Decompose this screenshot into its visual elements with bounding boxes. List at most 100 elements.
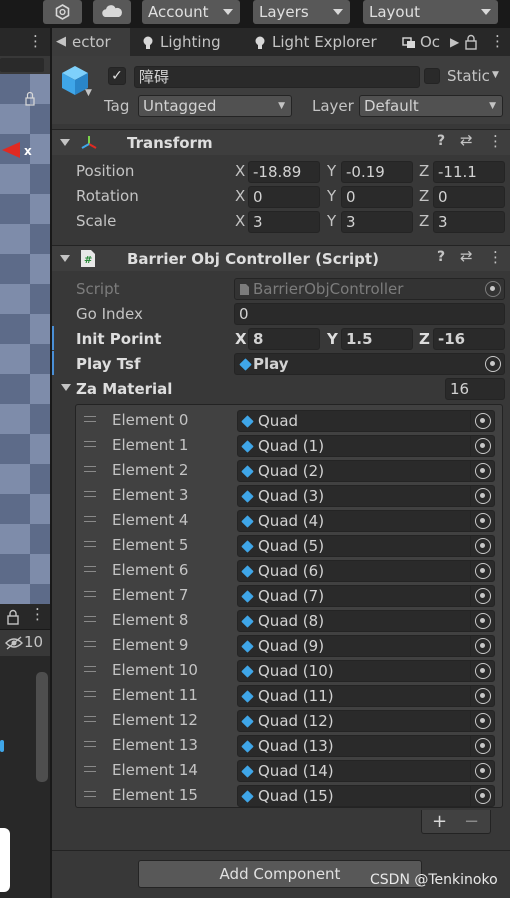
object-picker-button[interactable] — [470, 461, 494, 481]
more-icon[interactable]: ⋮ — [28, 32, 43, 50]
play-tsf-field[interactable]: Play — [234, 353, 505, 375]
drag-handle-icon[interactable] — [84, 541, 96, 547]
static-checkbox[interactable] — [424, 68, 440, 84]
preset-icon[interactable]: ⇄ — [460, 247, 473, 265]
drag-handle-icon[interactable] — [84, 641, 96, 647]
rotation-y-field[interactable]: 0 — [341, 186, 413, 208]
object-picker-button[interactable] — [470, 611, 494, 631]
chevron-left-icon[interactable]: ◀ — [56, 28, 66, 56]
element-object-field[interactable]: Quad (9) — [237, 635, 495, 657]
add-element-button[interactable]: + — [432, 811, 447, 832]
more-icon[interactable]: ⋮ — [490, 32, 505, 50]
tag-dropdown[interactable]: Untagged ▼ — [138, 95, 292, 117]
drag-handle-icon[interactable] — [84, 591, 96, 597]
chevron-right-icon[interactable]: ▶ — [450, 35, 459, 49]
position-x-field[interactable]: -18.89 — [248, 161, 320, 183]
object-name-field[interactable]: 障碍 — [134, 66, 420, 88]
object-picker-icon[interactable] — [485, 356, 501, 372]
object-picker-button[interactable] — [470, 761, 494, 781]
object-picker-button[interactable] — [470, 711, 494, 731]
element-object-field[interactable]: Quad (13) — [237, 735, 495, 757]
script-component-header[interactable]: # Barrier Obj Controller (Script) ? ⇄ ⋮ — [52, 245, 510, 271]
rotation-x-field[interactable]: 0 — [248, 186, 320, 208]
tab-inspector[interactable]: ◀ ector — [52, 28, 130, 56]
drag-handle-icon[interactable] — [84, 441, 96, 447]
more-icon[interactable]: ⋮ — [488, 132, 503, 150]
drag-handle-icon[interactable] — [84, 766, 96, 772]
element-object-field[interactable]: Quad (11) — [237, 685, 495, 707]
layout-dropdown[interactable]: Layout — [363, 0, 498, 24]
element-object-field[interactable]: Quad (12) — [237, 710, 495, 732]
more-icon[interactable]: ⋮ — [488, 248, 503, 266]
object-picker-button[interactable] — [470, 736, 494, 756]
eye-slash-icon[interactable] — [4, 636, 24, 650]
static-label[interactable]: Static — [447, 67, 490, 85]
layer-dropdown[interactable]: Default ▼ — [359, 95, 503, 117]
foldout-arrow-icon[interactable] — [60, 139, 70, 146]
active-checkbox[interactable]: ✓ — [108, 67, 126, 85]
element-object-field[interactable]: Quad (15) — [237, 785, 495, 807]
scale-y-field[interactable]: 3 — [341, 211, 413, 233]
drag-handle-icon[interactable] — [84, 741, 96, 747]
element-object-field[interactable]: Quad — [237, 410, 495, 432]
drag-handle-icon[interactable] — [84, 666, 96, 672]
position-y-field[interactable]: -0.19 — [341, 161, 413, 183]
position-z-field[interactable]: -11.1 — [433, 161, 505, 183]
chevron-down-icon[interactable]: ▼ — [492, 70, 499, 80]
help-icon[interactable]: ? — [437, 133, 445, 149]
object-picker-button[interactable] — [470, 686, 494, 706]
element-object-field[interactable]: Quad (4) — [237, 510, 495, 532]
element-object-field[interactable]: Quad (1) — [237, 435, 495, 457]
drag-handle-icon[interactable] — [84, 716, 96, 722]
element-object-field[interactable]: Quad (8) — [237, 610, 495, 632]
more-icon[interactable]: ⋮ — [30, 605, 45, 623]
za-material-size-field[interactable]: 16 — [445, 378, 505, 400]
object-picker-button[interactable] — [470, 536, 494, 556]
lock-icon[interactable] — [464, 34, 478, 50]
tab-occlusion[interactable]: Oc — [402, 28, 448, 56]
object-picker-button[interactable] — [470, 586, 494, 606]
init-z-field[interactable]: -16 — [433, 328, 505, 350]
scale-x-field[interactable]: 3 — [248, 211, 320, 233]
init-x-field[interactable]: 8 — [248, 328, 320, 350]
rotation-z-field[interactable]: 0 — [433, 186, 505, 208]
foldout-arrow-icon[interactable] — [60, 255, 70, 262]
init-y-field[interactable]: 1.5 — [341, 328, 413, 350]
remove-element-button[interactable]: − — [464, 811, 479, 832]
element-object-field[interactable]: Quad (5) — [237, 535, 495, 557]
drag-handle-icon[interactable] — [84, 691, 96, 697]
lock-icon[interactable] — [6, 609, 20, 625]
cloud-button[interactable] — [93, 0, 131, 24]
element-object-field[interactable]: Quad (6) — [237, 560, 495, 582]
tab-lighting[interactable]: Lighting — [142, 28, 252, 56]
drag-handle-icon[interactable] — [84, 566, 96, 572]
drag-handle-icon[interactable] — [84, 616, 96, 622]
drag-handle-icon[interactable] — [84, 791, 96, 797]
scene-search-input[interactable] — [0, 58, 44, 72]
drag-handle-icon[interactable] — [84, 416, 96, 422]
collab-button[interactable] — [43, 0, 82, 24]
za-material-label[interactable]: Za Material — [76, 380, 172, 398]
object-picker-button[interactable] — [470, 411, 494, 431]
go-index-field[interactable]: 0 — [234, 303, 505, 325]
object-picker-button[interactable] — [470, 511, 494, 531]
scale-z-field[interactable]: 3 — [433, 211, 505, 233]
element-object-field[interactable]: Quad (2) — [237, 460, 495, 482]
tab-light-explorer[interactable]: Light Explorer — [254, 28, 404, 56]
element-object-field[interactable]: Quad (14) — [237, 760, 495, 782]
object-picker-button[interactable] — [470, 486, 494, 506]
object-picker-button[interactable] — [470, 561, 494, 581]
object-picker-button[interactable] — [470, 786, 494, 806]
element-object-field[interactable]: Quad (3) — [237, 485, 495, 507]
hierarchy-scrollbar[interactable] — [36, 672, 48, 782]
drag-handle-icon[interactable] — [84, 466, 96, 472]
object-picker-button[interactable] — [470, 661, 494, 681]
preset-icon[interactable]: ⇄ — [460, 131, 473, 149]
object-picker-button[interactable] — [470, 636, 494, 656]
transform-header[interactable]: Transform ? ⇄ ⋮ — [52, 129, 510, 155]
drag-handle-icon[interactable] — [84, 491, 96, 497]
layers-dropdown[interactable]: Layers — [253, 0, 350, 24]
drag-handle-icon[interactable] — [84, 516, 96, 522]
element-object-field[interactable]: Quad (10) — [237, 660, 495, 682]
help-icon[interactable]: ? — [437, 249, 445, 265]
